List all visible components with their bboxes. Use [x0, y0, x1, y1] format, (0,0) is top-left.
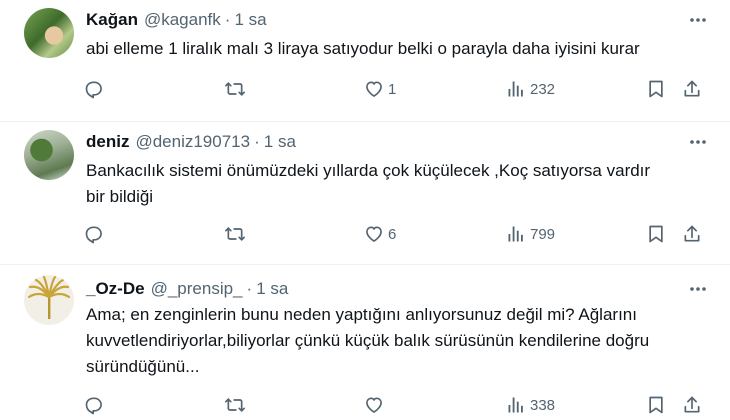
retweet-button[interactable]: [224, 77, 246, 101]
bookmark-icon: [649, 80, 663, 98]
avatar[interactable]: [24, 8, 74, 58]
bookmark-button[interactable]: [646, 393, 666, 417]
retweet-icon: [224, 82, 245, 96]
reply-button[interactable]: [84, 77, 104, 101]
views-button[interactable]: 232: [506, 77, 555, 101]
tweet[interactable]: _Oz-De @_prensip_ · 1 sa Ama; en zenginl…: [0, 265, 730, 420]
views-chart-icon: [508, 397, 523, 413]
like-count: 6: [388, 225, 397, 243]
tweet-text-line: Ama; en zenginlerin bunu neden yaptığını…: [86, 305, 637, 324]
user-handle[interactable]: @deniz190713: [135, 132, 250, 152]
timestamp[interactable]: 1 sa: [264, 132, 296, 152]
tweet[interactable]: Kağan @kaganfk · 1 sa abi elleme 1 liral…: [0, 0, 730, 122]
more-dots-icon: [690, 18, 706, 22]
user-handle[interactable]: @_prensip_: [151, 279, 243, 299]
more-dots-icon: [690, 287, 706, 291]
share-icon: [684, 80, 700, 97]
display-name[interactable]: _Oz-De: [86, 279, 145, 299]
avatar[interactable]: [24, 130, 74, 180]
timestamp[interactable]: 1 sa: [234, 10, 266, 30]
more-options-button[interactable]: [686, 8, 710, 32]
like-button[interactable]: 6: [364, 222, 396, 246]
avatar[interactable]: [24, 275, 74, 325]
display-name[interactable]: Kağan: [86, 10, 138, 30]
palm-logo-icon: [27, 275, 71, 319]
like-button[interactable]: [364, 393, 388, 417]
share-button[interactable]: [682, 222, 702, 246]
reply-button[interactable]: [84, 393, 104, 417]
views-count: 338: [530, 396, 556, 414]
tweet-text: abi elleme 1 liralık malı 3 liraya satıy…: [86, 36, 706, 62]
heart-icon: [366, 226, 382, 242]
views-button[interactable]: 799: [506, 222, 555, 246]
tweet-header: _Oz-De @_prensip_ · 1 sa: [86, 277, 288, 301]
heart-icon: [366, 81, 382, 97]
share-icon: [684, 225, 700, 242]
reply-icon: [85, 397, 102, 415]
bookmark-button[interactable]: [646, 222, 666, 246]
tweet-header: deniz @deniz190713 · 1 sa: [86, 130, 296, 154]
views-count: 799: [530, 225, 556, 243]
bookmark-icon: [649, 396, 663, 414]
retweet-icon: [224, 227, 245, 241]
retweet-button[interactable]: [224, 393, 246, 417]
action-bar: 338: [0, 393, 730, 417]
reply-icon: [85, 81, 102, 99]
action-bar: 6 799: [0, 222, 730, 246]
reply-icon: [85, 226, 102, 244]
retweet-icon: [224, 398, 245, 412]
tweet-header: Kağan @kaganfk · 1 sa: [86, 8, 267, 32]
display-name[interactable]: deniz: [86, 132, 129, 152]
more-options-button[interactable]: [686, 130, 710, 154]
views-chart-icon: [508, 81, 523, 97]
tweet-text-line: süründüğünü...: [86, 357, 200, 376]
bookmark-button[interactable]: [646, 77, 666, 101]
timestamp[interactable]: 1 sa: [256, 279, 288, 299]
separator-dot: ·: [246, 279, 253, 298]
tweet-text: Bankacılık sistemi önümüzdeki yıllarda ç…: [86, 158, 706, 210]
like-count: 1: [388, 80, 397, 98]
tweet-text-line: bir bildiği: [86, 187, 154, 206]
retweet-button[interactable]: [224, 222, 246, 246]
tweet-text-line: Bankacılık sistemi önümüzdeki yıllarda ç…: [86, 161, 651, 180]
user-handle[interactable]: @kaganfk: [144, 10, 221, 30]
share-button[interactable]: [682, 393, 702, 417]
tweet-text: Ama; en zenginlerin bunu neden yaptığını…: [86, 302, 706, 380]
more-options-button[interactable]: [686, 277, 710, 301]
reply-button[interactable]: [84, 222, 104, 246]
tweet[interactable]: deniz @deniz190713 · 1 sa Bankacılık sis…: [0, 122, 730, 265]
more-dots-icon: [690, 140, 706, 144]
action-bar: 1 232: [0, 77, 730, 101]
share-icon: [684, 396, 700, 413]
share-button[interactable]: [682, 77, 702, 101]
views-button[interactable]: 338: [506, 393, 555, 417]
separator-dot: ·: [224, 10, 231, 29]
heart-icon: [366, 397, 382, 413]
tweet-text-line: abi elleme 1 liralık malı 3 liraya satıy…: [86, 39, 640, 58]
separator-dot: ·: [254, 132, 260, 151]
views-count: 232: [530, 80, 556, 98]
bookmark-icon: [649, 225, 663, 243]
tweet-text-line: kuvvetlendiriyorlar,biliyorlar çünkü küç…: [86, 331, 650, 350]
views-chart-icon: [508, 226, 523, 242]
like-button[interactable]: 1: [364, 77, 396, 101]
